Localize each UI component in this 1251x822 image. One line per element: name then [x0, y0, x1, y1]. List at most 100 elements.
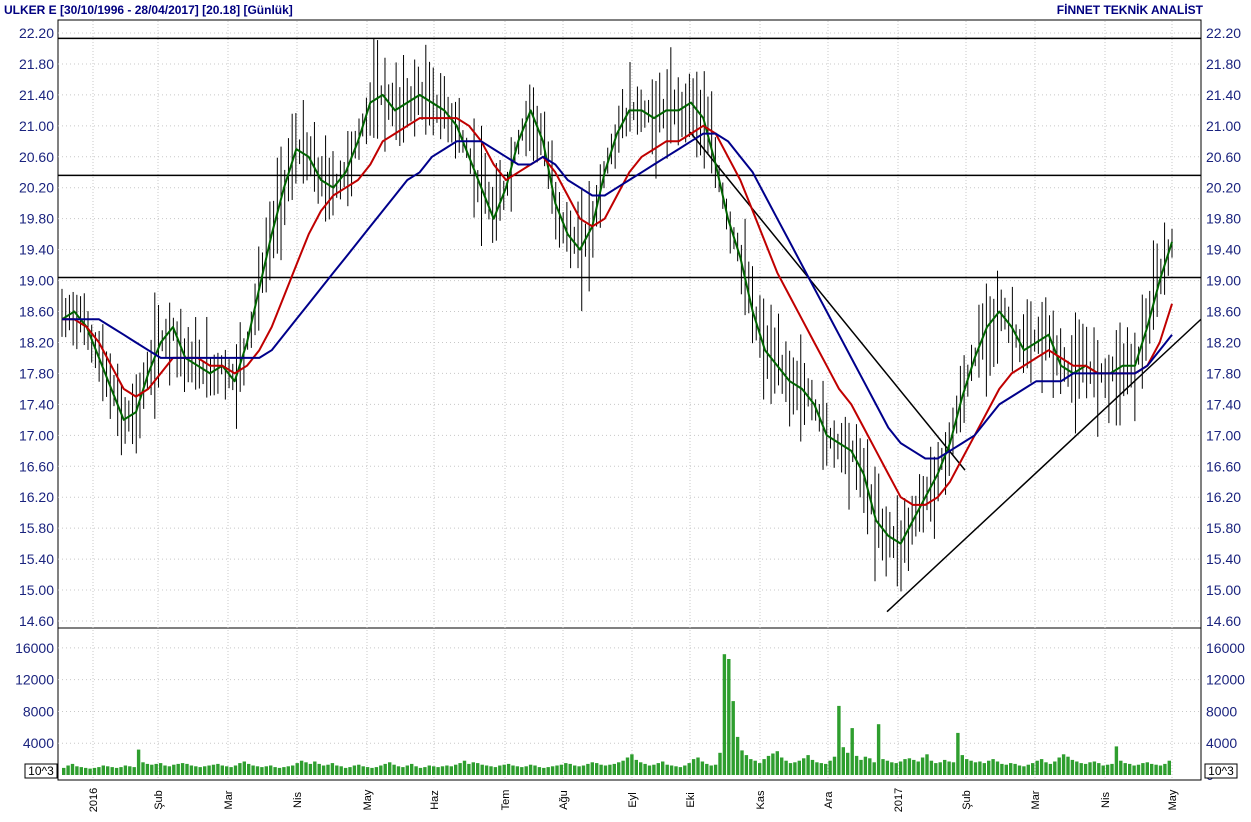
- volume-bar: [854, 755, 859, 775]
- volume-bar: [744, 755, 749, 775]
- volume-bar: [180, 763, 185, 775]
- volume-bar: [251, 765, 255, 775]
- volume-bar: [643, 763, 647, 775]
- volume-bar: [361, 766, 365, 775]
- volume-bar: [220, 765, 224, 775]
- x-tick-label: May: [1167, 789, 1179, 810]
- volume-bar: [66, 765, 70, 775]
- volume-bar: [528, 764, 533, 775]
- y-tick-label-right: 15.00: [1206, 582, 1241, 598]
- volume-bar: [255, 766, 260, 775]
- volume-bar: [207, 765, 211, 775]
- volume-bar: [934, 763, 938, 775]
- y-tick-label-left: 20.60: [19, 149, 54, 165]
- volume-bar: [405, 765, 409, 775]
- volume-bar: [802, 758, 806, 775]
- y-tick-label-right: 22.20: [1206, 25, 1241, 41]
- volume-bar: [832, 756, 837, 775]
- y-tick-label-right: 15.80: [1206, 520, 1241, 536]
- volume-bar: [203, 766, 207, 775]
- y-tick-label-right: 16.60: [1206, 458, 1241, 474]
- volume-bar: [1070, 759, 1075, 775]
- volume-tick-label-left: 16000: [15, 640, 54, 656]
- volume-bar: [1079, 763, 1083, 775]
- volume-bar: [1053, 761, 1057, 775]
- y-tick-label-left: 15.80: [19, 520, 54, 536]
- volume-bar: [145, 763, 150, 775]
- volume-bar: [621, 760, 625, 775]
- y-tick-label-left: 19.00: [19, 273, 54, 289]
- volume-bar: [656, 763, 660, 775]
- volume-bar: [987, 760, 991, 775]
- volume-bar: [348, 767, 352, 775]
- volume-bar: [564, 763, 568, 775]
- y-tick-label-left: 16.60: [19, 458, 54, 474]
- volume-bar: [454, 764, 458, 775]
- y-tick-label-left: 21.40: [19, 87, 54, 103]
- volume-bar: [920, 757, 925, 775]
- volume-bar: [793, 762, 797, 775]
- volume-bar: [498, 765, 502, 775]
- y-tick-label-right: 14.60: [1206, 613, 1241, 629]
- volume-bar: [1097, 763, 1101, 775]
- volume-bar: [881, 759, 885, 775]
- volume-bar: [819, 763, 823, 775]
- volume-bar: [88, 768, 92, 775]
- volume-bar: [379, 765, 383, 775]
- volume-bar: [295, 763, 299, 775]
- volume-bar: [1022, 766, 1026, 775]
- volume-tick-label-left: 12000: [15, 672, 54, 688]
- volume-bar: [775, 751, 779, 775]
- volume-bar: [1158, 765, 1163, 775]
- x-tick-label: Ağu: [558, 790, 570, 810]
- volume-bar: [484, 765, 489, 775]
- volume-bar: [1009, 763, 1013, 775]
- volume-bar: [687, 763, 691, 775]
- volume-bar: [242, 761, 246, 775]
- volume-bar: [925, 754, 929, 775]
- y-tick-label-right: 21.40: [1206, 87, 1241, 103]
- y-tick-label-right: 21.80: [1206, 56, 1241, 72]
- volume-bar: [590, 762, 594, 775]
- volume-bar: [784, 760, 788, 775]
- volume-bar: [1136, 764, 1141, 775]
- volume-bar: [903, 759, 907, 775]
- volume-bar: [722, 654, 727, 775]
- volume-bar: [780, 757, 784, 775]
- volume-bar: [815, 762, 819, 775]
- y-tick-label-right: 17.40: [1206, 396, 1241, 412]
- volume-bar: [652, 764, 656, 775]
- volume-bar: [291, 765, 295, 775]
- volume-bar: [506, 763, 511, 775]
- x-tick-label: Eki: [685, 792, 697, 807]
- volume-bar: [788, 763, 793, 775]
- volume-bar: [502, 764, 506, 775]
- volume-bar: [841, 747, 845, 775]
- volume-bar: [691, 759, 696, 775]
- y-tick-label-right: 19.80: [1206, 211, 1241, 227]
- volume-bar: [863, 756, 868, 775]
- y-tick-label-left: 22.20: [19, 25, 54, 41]
- volume-bar: [599, 764, 603, 775]
- volume-bar: [176, 763, 180, 775]
- volume-bar: [352, 765, 357, 775]
- volume-bar: [1105, 764, 1110, 775]
- volume-bar: [1083, 763, 1088, 775]
- volume-bar: [335, 765, 339, 775]
- volume-bar: [705, 763, 709, 775]
- volume-bar: [872, 762, 876, 775]
- volume-tick-label-left: 8000: [23, 703, 54, 719]
- volume-bar: [313, 761, 317, 775]
- volume-bar: [846, 752, 850, 775]
- volume-bar: [1004, 764, 1008, 775]
- volume-bar: [898, 761, 903, 775]
- x-tick-label: 2017: [893, 788, 905, 812]
- x-tick-label: Kas: [755, 790, 767, 809]
- volume-tick-label-left: 4000: [23, 735, 54, 751]
- x-tick-label: Nis: [292, 792, 304, 808]
- volume-bar: [410, 763, 414, 775]
- x-tick-label: May: [362, 789, 374, 810]
- volume-bar: [912, 759, 916, 775]
- volume-bar: [1057, 757, 1061, 775]
- volume-bar: [247, 763, 251, 775]
